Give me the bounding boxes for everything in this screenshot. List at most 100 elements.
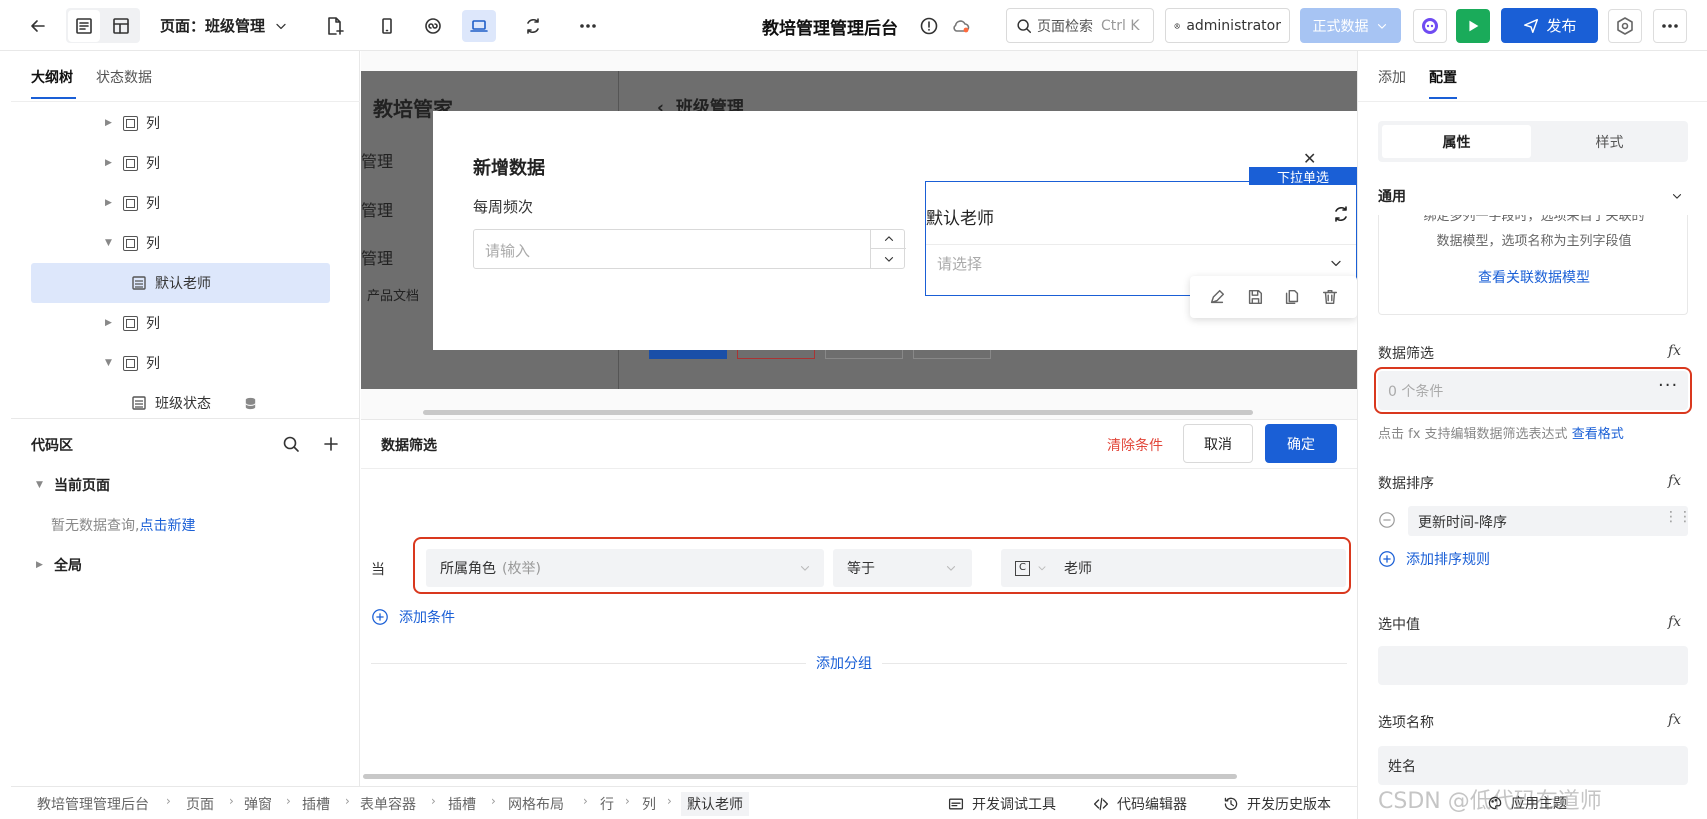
- edit-icon[interactable]: [1208, 288, 1226, 306]
- confirm-button[interactable]: 确定: [1265, 424, 1337, 463]
- current-page-node[interactable]: ▼ 当前页面: [36, 475, 110, 495]
- back-arrow-icon[interactable]: [22, 10, 54, 42]
- breadcrumb-item[interactable]: 插槽: [302, 794, 330, 814]
- add-group-button[interactable]: 添加分组: [806, 653, 882, 673]
- delete-icon[interactable]: [1321, 288, 1339, 306]
- constant-type-icon[interactable]: C: [1015, 560, 1030, 576]
- dev-history-button[interactable]: 开发历史版本: [1223, 794, 1331, 814]
- breadcrumb-item[interactable]: 插槽: [448, 794, 476, 814]
- fx-icon[interactable]: fx: [1668, 614, 1681, 630]
- field-selector[interactable]: 所属角色 (枚举): [426, 549, 824, 587]
- view-format-link[interactable]: 查看格式: [1572, 427, 1624, 442]
- mobile-device-icon[interactable]: [371, 10, 403, 42]
- tree-node-col[interactable]: ▶ 列: [105, 143, 160, 183]
- dev-debug-tools[interactable]: 开发调试工具: [948, 794, 1056, 814]
- fx-icon[interactable]: fx: [1668, 473, 1681, 489]
- global-node[interactable]: ▶ 全局: [36, 555, 82, 575]
- breadcrumb-item[interactable]: 行: [600, 794, 614, 814]
- option-name-select[interactable]: 姓名: [1378, 746, 1688, 785]
- view-model-link[interactable]: 查看关联数据模型: [1379, 267, 1687, 287]
- send-icon: [1524, 18, 1539, 33]
- page-search-input[interactable]: 页面检索 Ctrl K: [1006, 8, 1154, 43]
- tree-node-col[interactable]: ▶ 列: [105, 183, 160, 223]
- user-menu[interactable]: administrator: [1165, 8, 1290, 43]
- tree-node-class-status[interactable]: 班级状态: [131, 383, 258, 423]
- save-icon[interactable]: [1246, 288, 1264, 306]
- create-query-link[interactable]: 点击新建: [139, 518, 195, 534]
- preview-button[interactable]: [1456, 9, 1490, 43]
- bg-nav-item: 管理: [361, 201, 394, 220]
- minus-circle-icon[interactable]: [1378, 511, 1396, 529]
- fx-icon[interactable]: fx: [1668, 712, 1681, 728]
- tree-node-col[interactable]: ▶ 列: [105, 303, 160, 343]
- chevron-down-icon[interactable]: [1328, 255, 1344, 271]
- drag-handle-icon[interactable]: ⋮⋮: [1664, 509, 1692, 525]
- info-icon[interactable]: [919, 16, 939, 36]
- breadcrumb-item[interactable]: 页面: [186, 794, 214, 814]
- more-menu-button[interactable]: [1653, 9, 1687, 43]
- fx-icon[interactable]: fx: [1668, 343, 1681, 359]
- stepper-down-icon[interactable]: [871, 249, 906, 268]
- column-icon: [123, 315, 138, 331]
- refresh-icon[interactable]: [517, 10, 549, 42]
- assistant-button[interactable]: [1413, 9, 1447, 43]
- breadcrumb-item[interactable]: 列: [642, 794, 656, 814]
- stepper-up-icon[interactable]: [871, 230, 906, 249]
- breadcrumb-item[interactable]: 弹窗: [244, 794, 272, 814]
- selected-value-input[interactable]: [1378, 646, 1688, 685]
- tree-node-col[interactable]: ▶ 列: [105, 103, 160, 143]
- new-page-icon[interactable]: [318, 10, 350, 42]
- caret-right-icon: ▶: [105, 198, 112, 208]
- tab-add[interactable]: 添加: [1378, 67, 1406, 87]
- tab-outline-tree[interactable]: 大纲树: [31, 67, 73, 87]
- breadcrumb-separator-icon: ›: [345, 794, 350, 808]
- section-general[interactable]: 通用: [1378, 186, 1406, 206]
- canvas-horizontal-scrollbar[interactable]: [423, 410, 1253, 415]
- tree-node-label: 默认老师: [155, 276, 211, 292]
- more-icon[interactable]: [572, 10, 604, 42]
- tree-node-default-teacher[interactable]: 默认老师: [131, 263, 211, 303]
- code-editor-button[interactable]: 代码编辑器: [1093, 794, 1187, 814]
- tree-node-col-expanded[interactable]: ▼ 列: [105, 223, 160, 263]
- env-label: 正式数据: [1312, 18, 1369, 35]
- refresh-icon[interactable]: [1331, 204, 1351, 224]
- close-icon[interactable]: ✕: [1303, 149, 1316, 168]
- segment-attributes[interactable]: 属性: [1382, 125, 1531, 158]
- cloud-sync-icon[interactable]: [951, 16, 971, 36]
- dev-debug-label: 开发调试工具: [972, 797, 1056, 813]
- operator-selector[interactable]: 等于: [833, 549, 972, 587]
- miniapp-device-icon[interactable]: [417, 10, 449, 42]
- segment-styles[interactable]: 样式: [1535, 125, 1684, 158]
- app-theme-button[interactable]: 应用主题: [1487, 793, 1567, 813]
- add-sort-rule-button[interactable]: 添加排序规则: [1378, 549, 1490, 569]
- cancel-button[interactable]: 取消: [1183, 424, 1253, 463]
- chevron-down-icon[interactable]: [1670, 189, 1684, 203]
- desktop-device-icon[interactable]: [462, 10, 496, 42]
- column-icon: [123, 115, 138, 131]
- sort-rule-item[interactable]: 更新时间-降序 ⋮⋮: [1408, 506, 1692, 536]
- breadcrumb-item[interactable]: 教培管理管理后台: [37, 794, 149, 814]
- tree-node-col-expanded[interactable]: ▼ 列: [105, 343, 160, 383]
- clear-conditions-button[interactable]: 清除条件: [1107, 435, 1163, 455]
- tab-config[interactable]: 配置: [1429, 67, 1457, 87]
- code-add-icon[interactable]: [321, 434, 341, 454]
- code-search-icon[interactable]: [281, 434, 301, 454]
- publish-button[interactable]: 发布: [1501, 8, 1598, 43]
- weekly-frequency-input[interactable]: 请输入: [473, 229, 906, 269]
- page-selector[interactable]: 页面：班级管理: [160, 15, 289, 36]
- settings-button[interactable]: [1608, 9, 1642, 43]
- tab-state-data[interactable]: 状态数据: [96, 67, 152, 87]
- design-canvas: 教培管家 管理 管理 管理 产品文档 ‹ 班级管理 新增数据 每周频次 请输入 …: [361, 51, 1357, 419]
- add-condition-button[interactable]: 添加条件: [371, 607, 455, 627]
- copy-icon[interactable]: [1283, 288, 1301, 306]
- breadcrumb-item[interactable]: 表单容器: [360, 794, 416, 814]
- caret-right-icon: ▶: [105, 118, 112, 128]
- page-view-icon[interactable]: [68, 10, 100, 42]
- layout-view-icon[interactable]: [105, 10, 137, 42]
- caret-right-icon: ▶: [105, 318, 112, 328]
- breadcrumb-item[interactable]: 网格布局: [508, 794, 564, 814]
- env-selector[interactable]: 正式数据: [1300, 8, 1401, 43]
- breadcrumb-current[interactable]: 默认老师: [681, 792, 749, 816]
- panel-horizontal-scrollbar[interactable]: [363, 774, 1237, 779]
- value-input[interactable]: C 老师: [1001, 549, 1346, 587]
